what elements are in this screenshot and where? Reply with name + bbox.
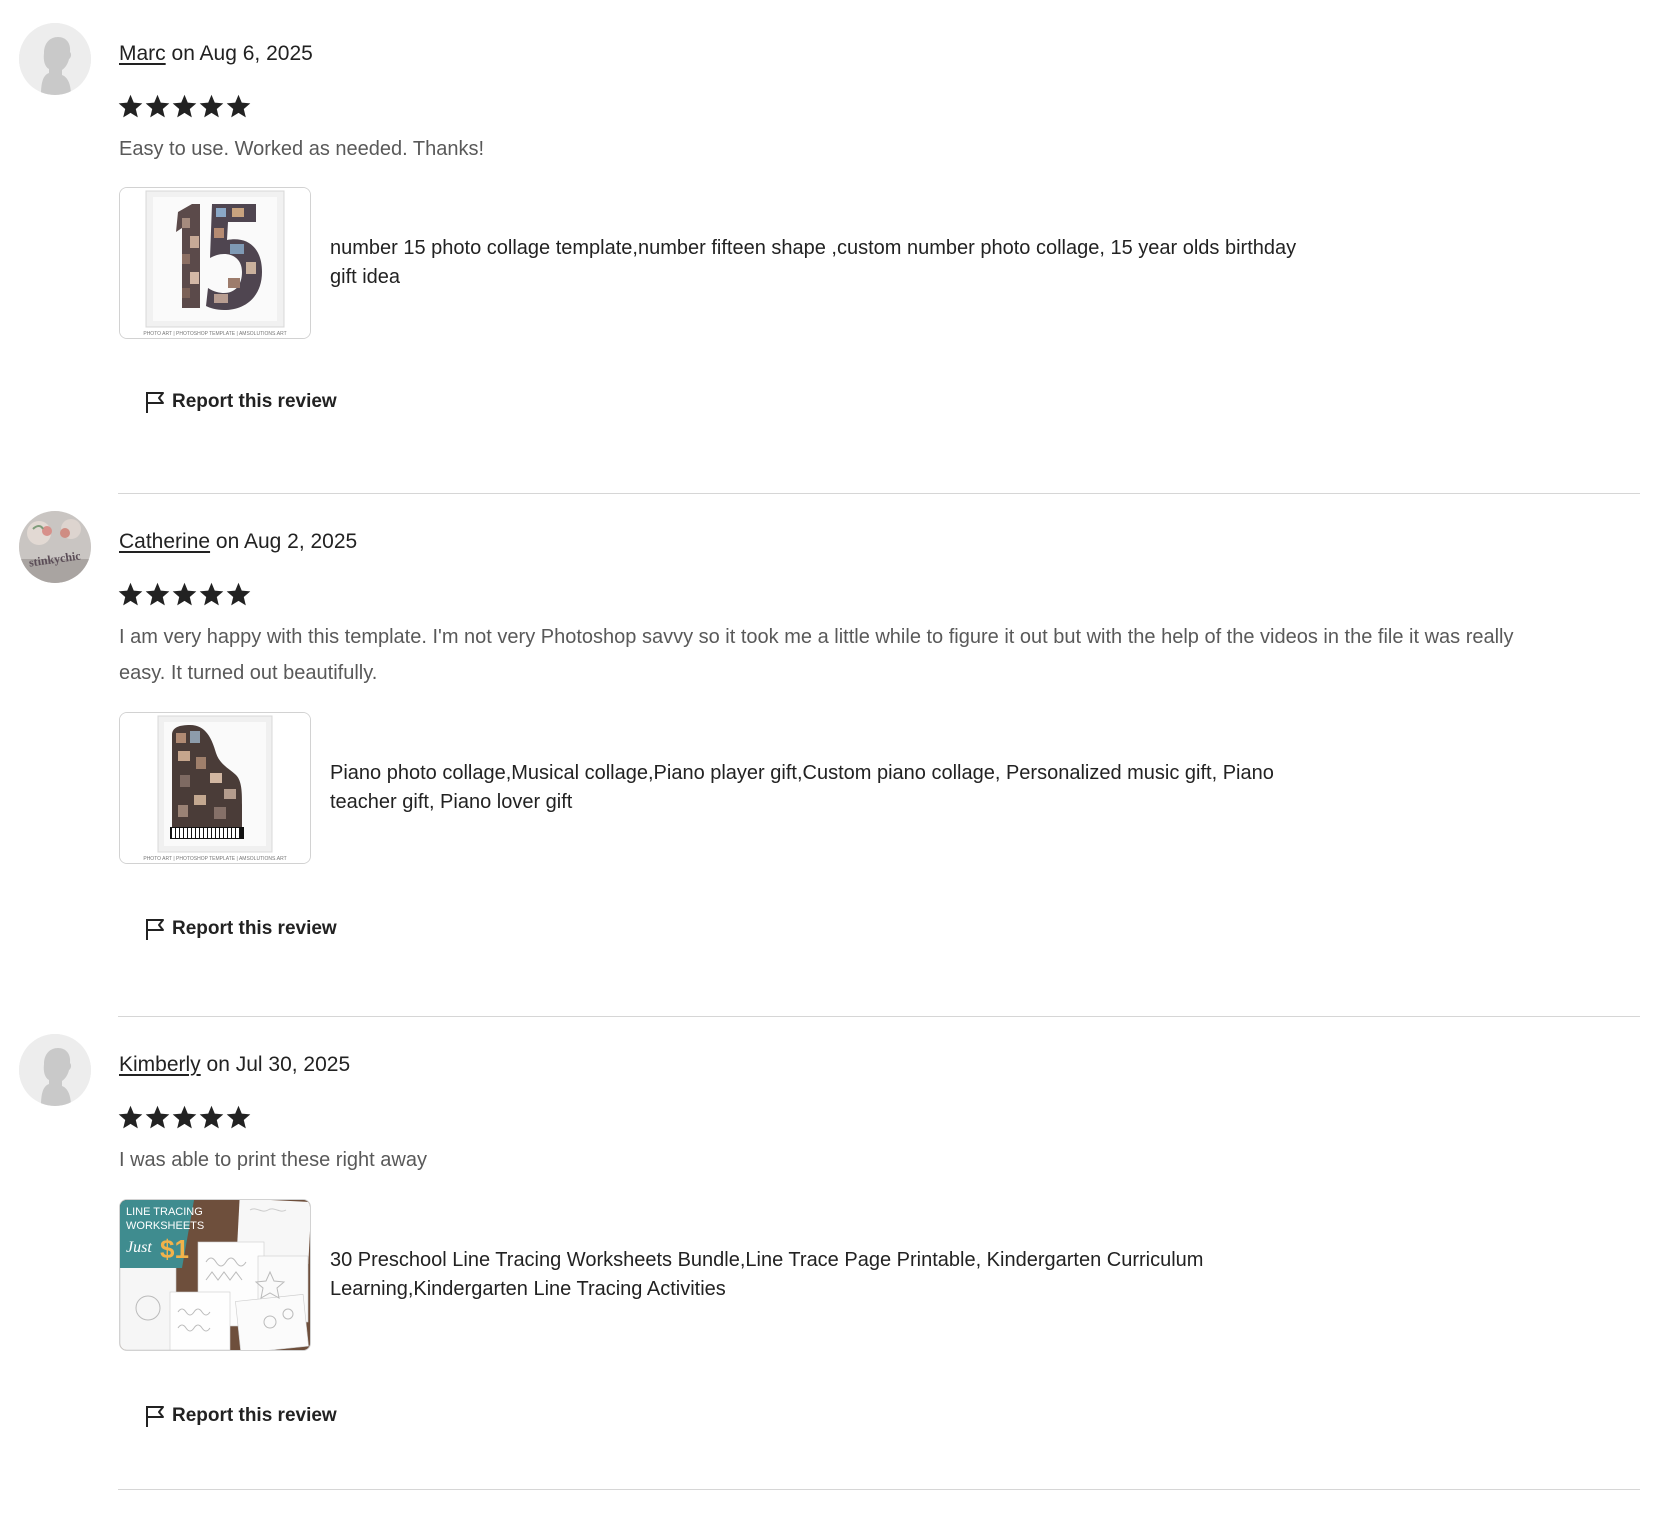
thumbnail-line2: WORKSHEETS	[126, 1220, 204, 1232]
star-icon	[118, 94, 143, 118]
thumbnail-price: $1	[160, 1234, 189, 1264]
star-icon	[226, 94, 251, 118]
review-text: I am very happy with this template. I'm …	[119, 626, 1514, 684]
review-date: on Aug 6, 2025	[171, 42, 313, 65]
reviewer-name-link[interactable]: Kimberly	[119, 1053, 201, 1076]
product-title-link[interactable]: Piano photo collage,Musical collage,Pian…	[330, 759, 1315, 817]
flag-icon	[146, 919, 164, 940]
thumbnail-line3: Just	[126, 1239, 152, 1256]
reviewer-name-link[interactable]: Catherine	[119, 530, 210, 553]
line-tracing-worksheets-image: LINE TRACING WORKSHEETS Just $1	[120, 1200, 310, 1350]
product-title-link[interactable]: 30 Preschool Line Tracing Worksheets Bun…	[330, 1246, 1315, 1304]
number-15-collage-image: PHOTO ART | PHOTOSHOP TEMPLATE | AMSOLUT…	[120, 188, 310, 338]
star-icon	[145, 1105, 170, 1129]
purchased-item[interactable]: PHOTO ART | PHOTOSHOP TEMPLATE | AMSOLUT…	[119, 712, 1315, 864]
review-text: I was able to print these right away	[119, 1149, 427, 1171]
star-rating	[117, 1104, 252, 1134]
reviewer-name-link[interactable]: Marc	[119, 42, 166, 65]
product-title-link[interactable]: number 15 photo collage template,number …	[330, 234, 1315, 292]
review-divider	[118, 1016, 1640, 1017]
piano-collage-image: PHOTO ART | PHOTOSHOP TEMPLATE | AMSOLUT…	[120, 713, 310, 863]
review-item: stinkychic Catherine on Aug 2, 2025 I am…	[0, 511, 1654, 1016]
review-divider	[118, 493, 1640, 494]
star-icon	[226, 1105, 251, 1129]
thumbnail-caption: PHOTO ART | PHOTOSHOP TEMPLATE | AMSOLUT…	[143, 331, 286, 337]
star-icon	[199, 582, 224, 606]
star-rating	[117, 93, 252, 123]
review-meta: Kimberly on Jul 30, 2025	[119, 1052, 350, 1078]
report-review-label: Report this review	[172, 391, 337, 412]
star-icon	[199, 94, 224, 118]
review-date: on Jul 30, 2025	[206, 1053, 351, 1076]
review-text: Easy to use. Worked as needed. Thanks!	[119, 138, 485, 160]
review-divider	[118, 1489, 1640, 1490]
product-thumbnail[interactable]: PHOTO ART | PHOTOSHOP TEMPLATE | AMSOLUT…	[119, 187, 311, 339]
avatar[interactable]	[19, 23, 91, 95]
review-meta: Marc on Aug 6, 2025	[119, 41, 313, 67]
report-review-button[interactable]: Report this review	[144, 1398, 337, 1434]
purchased-item[interactable]: PHOTO ART | PHOTOSHOP TEMPLATE | AMSOLUT…	[119, 187, 1315, 339]
avatar[interactable]	[19, 1034, 91, 1106]
star-icon	[172, 582, 197, 606]
flag-icon	[146, 1406, 164, 1427]
thumbnail-caption: PHOTO ART | PHOTOSHOP TEMPLATE | AMSOLUT…	[143, 856, 286, 862]
review-date: on Aug 2, 2025	[215, 530, 358, 553]
product-thumbnail[interactable]: PHOTO ART | PHOTOSHOP TEMPLATE | AMSOLUT…	[119, 712, 311, 864]
purchased-item[interactable]: LINE TRACING WORKSHEETS Just $1 30 Presc…	[119, 1199, 1315, 1351]
report-review-button[interactable]: Report this review	[144, 911, 337, 947]
star-icon	[172, 94, 197, 118]
report-review-label: Report this review	[172, 918, 337, 939]
star-icon	[118, 1105, 143, 1129]
profile-photo-icon: stinkychic	[19, 511, 91, 583]
review-meta: Catherine on Aug 2, 2025	[119, 529, 357, 555]
star-icon	[118, 582, 143, 606]
avatar[interactable]: stinkychic	[19, 511, 91, 583]
star-icon	[145, 582, 170, 606]
star-icon	[172, 1105, 197, 1129]
default-user-silhouette-icon	[19, 23, 91, 95]
star-icon	[226, 582, 251, 606]
thumbnail-line1: LINE TRACING	[126, 1206, 203, 1218]
review-item: Kimberly on Jul 30, 2025 I was able to p…	[0, 1034, 1654, 1489]
star-icon	[145, 94, 170, 118]
report-review-label: Report this review	[172, 1405, 337, 1426]
star-icon	[199, 1105, 224, 1129]
review-item: Marc on Aug 6, 2025 Easy to use. Worked …	[0, 23, 1654, 493]
product-thumbnail[interactable]: LINE TRACING WORKSHEETS Just $1	[119, 1199, 311, 1351]
default-user-silhouette-icon	[19, 1034, 91, 1106]
flag-icon	[146, 392, 164, 413]
report-review-button[interactable]: Report this review	[144, 384, 337, 420]
star-rating	[117, 581, 252, 611]
